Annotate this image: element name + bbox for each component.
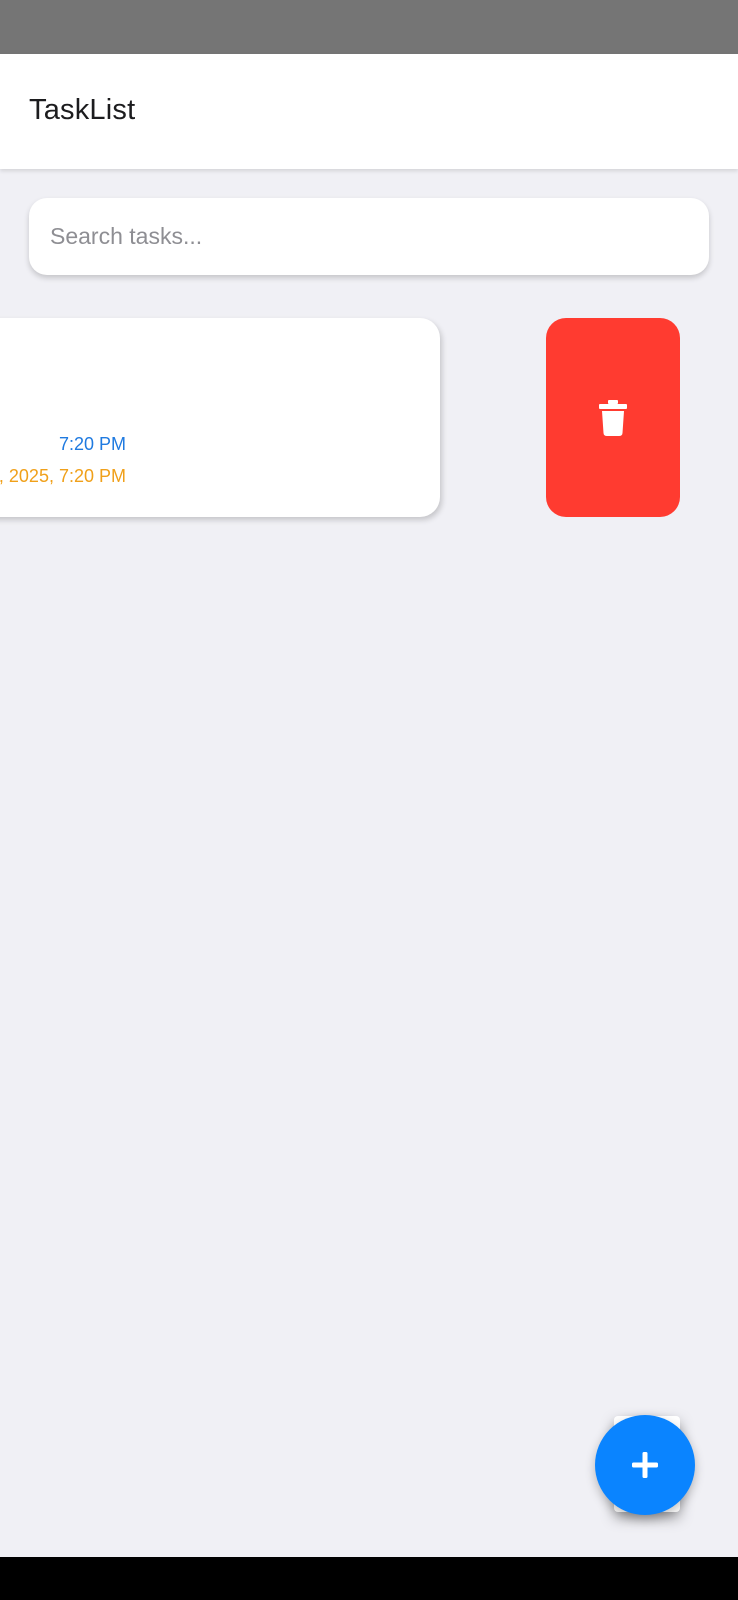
delete-task-button[interactable] — [546, 318, 680, 517]
task-created-time: 7:20 PM — [58, 434, 126, 454]
navigation-bar — [0, 1557, 738, 1600]
search-bar — [29, 198, 709, 275]
status-bar — [0, 0, 738, 54]
app-title: TaskList — [29, 94, 136, 126]
task-due-date: , 2025, 7:20 PM — [0, 466, 126, 486]
search-input[interactable] — [29, 198, 709, 275]
add-task-button[interactable] — [595, 1415, 695, 1515]
trash-icon — [599, 399, 627, 436]
app-bar: TaskList — [0, 54, 738, 169]
task-card[interactable]: 7:20 PM , 2025, 7:20 PM — [0, 318, 440, 517]
plus-icon — [632, 1452, 658, 1478]
